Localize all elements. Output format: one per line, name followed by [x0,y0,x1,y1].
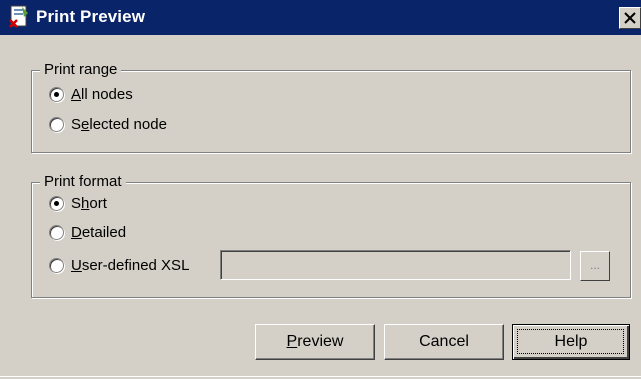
xsl-path-input[interactable] [220,250,571,280]
radio-button[interactable] [49,257,64,273]
radio-button-checked[interactable] [49,86,64,102]
radio-user-defined-xsl[interactable]: User-defined XSL [49,254,189,276]
detailed-label: Detailed [71,223,127,241]
user-defined-xsl-label: User-defined XSL [71,256,190,274]
radio-selected-node[interactable]: Selected node [49,113,167,135]
print-format-legend: Print format [40,172,126,192]
focus-ring [517,329,624,354]
selected-node-label: Selected node [71,115,167,133]
radio-all-nodes[interactable]: All nodes [49,83,133,105]
close-icon [624,12,636,24]
short-label: Short [71,194,107,212]
radio-detailed[interactable]: Detailed [49,221,126,243]
print-preview-app-icon [9,5,28,28]
window-title: Print Preview [36,7,146,26]
all-nodes-label: All nodes [71,85,133,103]
close-button[interactable] [619,7,641,29]
cancel-button[interactable]: Cancel [384,324,504,360]
radio-button[interactable] [49,116,64,132]
radio-button[interactable] [49,224,64,240]
help-button[interactable]: Help [512,324,630,360]
title-bar[interactable]: Print Preview [0,0,641,35]
browse-button[interactable]: ... [580,251,610,281]
radio-button-checked[interactable] [49,195,64,211]
print-preview-dialog: Print Preview Print range All nodes Sele… [0,0,641,379]
dialog-bottom-edge [0,376,641,377]
print-range-legend: Print range [40,60,122,80]
preview-button[interactable]: Preview [255,324,375,360]
radio-short[interactable]: Short [49,192,107,214]
